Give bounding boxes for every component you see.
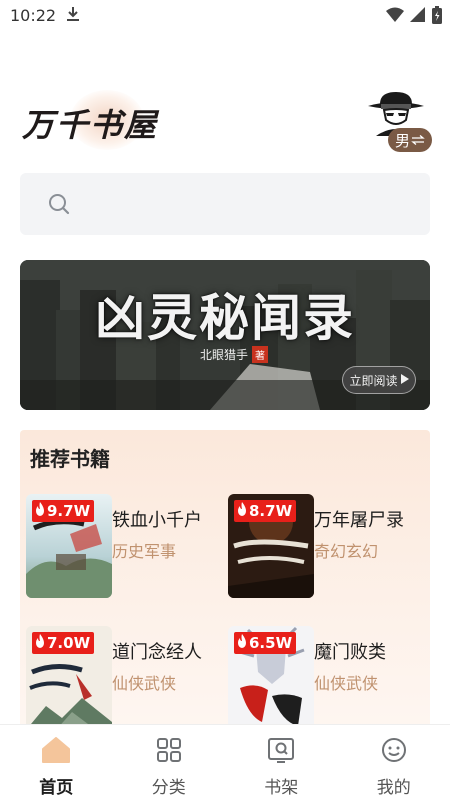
- nav-bookshelf[interactable]: 书架: [225, 725, 338, 800]
- nav-category-label: 分类: [151, 778, 186, 798]
- battery-icon: [432, 6, 442, 28]
- bookshelf-icon: [267, 737, 295, 767]
- signal-icon: [410, 7, 426, 27]
- book-card[interactable]: 9.7W 铁血小千户 历史军事: [26, 494, 226, 604]
- book-title: 道门念经人: [112, 642, 202, 663]
- heat-count: 8.7W: [249, 502, 293, 520]
- book-genre: 奇幻玄幻: [314, 542, 379, 561]
- fire-icon: [236, 501, 248, 521]
- book-genre: 仙侠武侠: [314, 674, 379, 693]
- section-title: 推荐书籍: [30, 447, 110, 471]
- author-name: 北眼猎手: [200, 348, 249, 362]
- grid-icon: [156, 737, 182, 767]
- book-cover: 8.7W: [228, 494, 314, 598]
- wifi-icon: [386, 7, 404, 27]
- banner-title: 凶灵秘闻录: [95, 289, 355, 347]
- banner-author: 北眼猎手 著: [200, 346, 269, 363]
- gender-label: 男: [394, 131, 410, 150]
- book-genre: 历史军事: [112, 542, 177, 561]
- profile-icon: [381, 737, 407, 767]
- heat-count: 9.7W: [47, 502, 91, 520]
- home-icon: [42, 737, 71, 767]
- fire-icon: [34, 501, 46, 521]
- book-card[interactable]: 7.0W 道门念经人 仙侠武侠: [26, 626, 226, 736]
- search-bar[interactable]: [20, 173, 430, 235]
- book-cover: 9.7W: [26, 494, 112, 598]
- fire-icon: [34, 633, 46, 653]
- logo-text: 万千书屋: [22, 106, 159, 144]
- nav-bookshelf-label: 书架: [264, 778, 299, 798]
- nav-home[interactable]: 首页: [0, 725, 113, 800]
- heat-badge: 8.7W: [234, 500, 297, 522]
- book-title: 魔门败类: [314, 642, 386, 663]
- heat-badge: 6.5W: [234, 632, 297, 654]
- bottom-nav: 首页 分类 书架 我的: [0, 724, 450, 800]
- nav-category[interactable]: 分类: [113, 725, 226, 800]
- fire-icon: [236, 633, 248, 653]
- book-genre: 仙侠武侠: [112, 674, 177, 693]
- app-logo: 万千书屋: [18, 88, 198, 152]
- book-card[interactable]: 6.5W 魔门败类 仙侠武侠: [228, 626, 428, 736]
- switch-arrows-icon: [411, 131, 425, 149]
- heat-count: 6.5W: [249, 634, 293, 652]
- book-cover: 7.0W: [26, 626, 112, 730]
- heat-badge: 7.0W: [32, 632, 95, 654]
- book-title: 铁血小千户: [112, 510, 202, 531]
- nav-home-label: 首页: [39, 778, 74, 798]
- heat-count: 7.0W: [47, 634, 91, 652]
- nav-profile[interactable]: 我的: [338, 725, 450, 800]
- featured-banner[interactable]: 凶灵秘闻录 北眼猎手 著 立即阅读: [20, 260, 430, 410]
- book-card[interactable]: 8.7W 万年屠尸录 奇幻玄幻: [228, 494, 428, 604]
- gender-switch-button[interactable]: 男: [388, 128, 432, 152]
- read-now-button[interactable]: 立即阅读: [342, 366, 416, 394]
- status-bar: 10:22: [0, 0, 450, 32]
- avatar-gender-switch[interactable]: 男: [362, 88, 436, 156]
- book-cover: 6.5W: [228, 626, 314, 730]
- book-title: 万年屠尸录: [314, 510, 404, 531]
- heat-badge: 9.7W: [32, 500, 95, 522]
- search-icon: [48, 193, 70, 219]
- read-now-label: 立即阅读: [349, 373, 398, 388]
- author-tag: 著: [252, 346, 269, 363]
- play-arrow-icon: [400, 373, 409, 387]
- download-icon: [66, 6, 80, 26]
- recommended-section: 推荐书籍 9.7W 铁血小千户 历史军事 8.7W 万年屠尸录 奇幻玄幻 7.0…: [20, 430, 430, 730]
- status-time: 10:22: [10, 6, 57, 25]
- nav-profile-label: 我的: [376, 778, 411, 798]
